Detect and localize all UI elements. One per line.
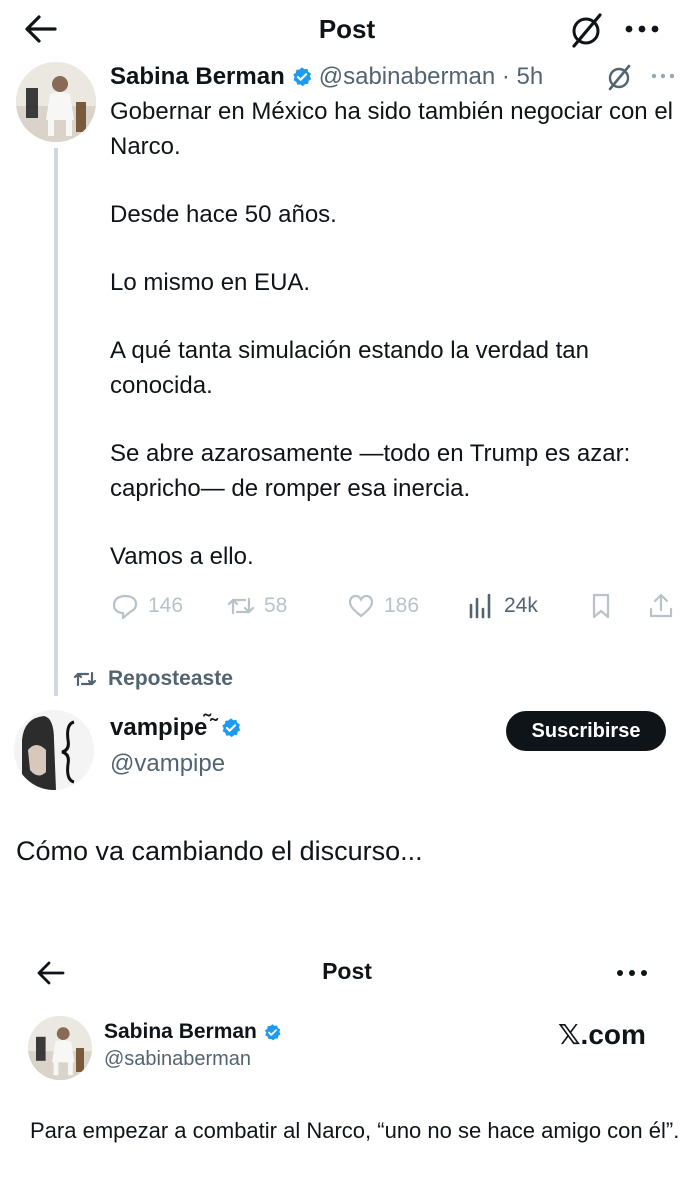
share-icon [649, 593, 673, 618]
tweet-paragraph: Se abre azarosamente —todo en Trump es a… [110, 440, 631, 502]
author-handle-time[interactable]: @sabinaberman · 5h [319, 63, 543, 91]
verified-badge-icon [222, 718, 241, 738]
repost-button[interactable]: 58 [226, 588, 287, 624]
repost-icon [73, 671, 97, 687]
tweet-paragraph: Lo mismo en EUA. [110, 269, 311, 296]
tweet-author-row: Sabina Berman @sabinaberman · 5h [110, 60, 543, 94]
reply-button[interactable]: 146 [110, 588, 183, 624]
tweet-actions: 146 58 186 24k [110, 588, 690, 624]
reply-count: 146 [148, 594, 184, 617]
more-options-icon [617, 970, 647, 976]
author-name[interactable]: vampipe ͂̃ [110, 714, 214, 742]
author-handle: @sabinaberman [104, 1048, 252, 1070]
avatar[interactable] [16, 62, 96, 142]
views-count: 24k [504, 594, 538, 617]
tweet-text: Cómo va cambiando el discurso... [16, 836, 423, 866]
avatar-photo [28, 1016, 92, 1080]
grok-icon[interactable] [566, 10, 606, 50]
repost-indicator: Reposteaste [72, 664, 233, 694]
views-chart-icon [469, 593, 491, 619]
tweet-paragraph: Vamos a ello. [110, 543, 254, 570]
author-name-row: vampipe ͂̃ [110, 714, 242, 742]
embedded-author-row: Sabina Berman [104, 1020, 282, 1044]
like-count: 186 [384, 594, 420, 617]
thread-line [54, 148, 58, 696]
views-button[interactable]: 24k [466, 588, 538, 624]
reply-icon [112, 594, 138, 620]
verified-badge-icon [293, 67, 311, 87]
grok-icon[interactable] [604, 62, 634, 92]
x-com-watermark: 𝕏.com [558, 1019, 646, 1050]
heart-icon [348, 594, 374, 618]
repost-icon [227, 597, 255, 615]
like-button[interactable]: 186 [346, 588, 419, 624]
tweet-text: Gobernar en México ha sido también negoc… [110, 94, 685, 607]
embedded-tweet-text: Para empezar a combatir al Narco, “uno n… [30, 1118, 680, 1143]
avatar-photo [14, 710, 94, 790]
tweet-paragraph: Desde hace 50 años. [110, 201, 337, 228]
more-options-icon[interactable] [620, 12, 664, 46]
avatar [28, 1016, 92, 1080]
tweet-paragraph: A qué tanta simulación estando la verdad… [110, 337, 589, 399]
author-handle[interactable]: @vampipe [110, 750, 225, 778]
more-options-icon[interactable] [648, 64, 678, 88]
share-button[interactable] [646, 588, 684, 624]
tweet-paragraph: Gobernar en México ha sido también negoc… [110, 98, 673, 160]
bookmark-icon [592, 593, 610, 619]
avatar-photo [16, 62, 96, 142]
bookmark-button[interactable] [586, 588, 624, 624]
avatar[interactable] [14, 710, 94, 790]
embedded-title: Post [322, 958, 372, 984]
repost-count: 58 [264, 594, 288, 617]
author-name[interactable]: Sabina Berman [110, 63, 285, 91]
repost-label: Reposteaste [108, 667, 233, 690]
embedded-header: Post [0, 950, 694, 996]
subscribe-button[interactable]: Suscribirse [506, 711, 666, 751]
top-header: Post [0, 0, 694, 58]
verified-badge-icon [264, 1023, 281, 1040]
author-name: Sabina Berman [104, 1020, 257, 1043]
